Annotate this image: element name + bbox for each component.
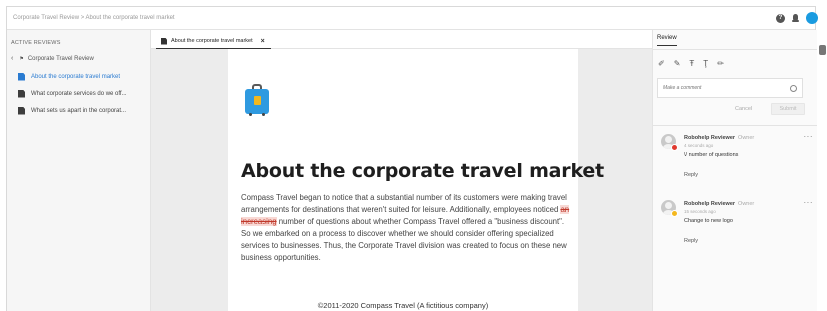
comment-input[interactable] (663, 85, 773, 91)
document-icon (18, 106, 25, 115)
document-icon (18, 72, 25, 81)
sidebar-item-label: About the corporate travel market (31, 73, 121, 80)
comment-text: \/ number of questions (684, 152, 739, 158)
author-role: Owner (738, 201, 755, 207)
active-reviews-panel: ACTIVE REVIEWS ‹ ⚑ Corporate Travel Revi… (7, 30, 151, 311)
comment-author: Robohelp Reviewer Owner (684, 135, 755, 141)
highlight-pen-icon[interactable]: ✎ (674, 60, 681, 68)
app-window: Corporate Travel Review > About the corp… (6, 6, 826, 311)
sidebar-item-topic-2[interactable]: What corporate services do we off... (7, 85, 150, 102)
strikethrough-pen-icon[interactable]: ✏ (717, 60, 724, 68)
sidebar-item-topic-1[interactable]: About the corporate travel market (7, 68, 150, 85)
document-icon (18, 89, 25, 98)
editor-tab-bar: About the corporate travel market × (151, 30, 652, 49)
comment-text: Change to new logo (684, 218, 733, 224)
document-icon (161, 37, 167, 45)
emoji-icon[interactable] (790, 84, 797, 92)
sidebar-item-label: What corporate services do we off... (31, 90, 127, 97)
divider (653, 49, 817, 50)
divider (653, 125, 817, 126)
review-panel: Review ✐ ✎ Ŧ Ţ ✏ Cancel Submit Robohelp … (652, 30, 817, 311)
page-footer: ©2011-2020 Compass Travel (A fictitious … (317, 301, 489, 310)
active-reviews-heading: ACTIVE REVIEWS (11, 40, 61, 46)
editor-canvas: About the corporate travel market Compas… (151, 49, 652, 311)
user-avatar[interactable] (806, 12, 818, 24)
document-page: About the corporate travel market Compas… (228, 49, 604, 311)
comment-author: Robohelp Reviewer Owner (684, 201, 755, 207)
top-bar: Corporate Travel Review > About the corp… (7, 7, 826, 55)
tab-review[interactable]: Review (657, 35, 677, 46)
author-role: Owner (738, 135, 755, 141)
sidebar-item-label: What sets us apart in the corporat... (31, 107, 127, 114)
page-title: About the corporate travel market (241, 160, 604, 182)
annotation-toolbar: ✐ ✎ Ŧ Ţ ✏ (658, 60, 724, 68)
sidebar-item-topic-3[interactable]: What sets us apart in the corporat... (7, 102, 150, 119)
deletion-badge-icon (671, 144, 678, 151)
reply-link[interactable]: Reply (684, 238, 698, 244)
close-icon[interactable]: × (261, 38, 265, 45)
review-name: Corporate Travel Review (27, 55, 94, 62)
back-to-review[interactable]: ‹ ⚑ Corporate Travel Review (7, 46, 150, 62)
more-options-icon[interactable]: ··· (804, 199, 814, 207)
submit-button[interactable]: Submit (771, 103, 805, 115)
comment-badge-icon (671, 210, 678, 217)
tab-topic[interactable]: About the corporate travel market × (156, 34, 271, 49)
replace-text-icon[interactable]: Ţ (703, 60, 708, 68)
more-options-icon[interactable]: ··· (804, 133, 814, 141)
body-paragraph[interactable]: Compass Travel began to notice that a su… (241, 192, 573, 264)
comment-timestamp: 15 seconds ago (684, 209, 716, 214)
review-icon: ⚑ (19, 55, 24, 62)
reply-link[interactable]: Reply (684, 172, 698, 178)
pin-icon[interactable]: ✐ (658, 60, 665, 68)
help-icon[interactable]: ? (776, 13, 785, 23)
chevron-left-icon[interactable]: ‹ (11, 55, 13, 62)
comment-timestamp: 4 seconds ago (684, 143, 714, 148)
panel-handle-icon[interactable] (819, 45, 826, 55)
paragraph-text: Compass Travel began to notice that a su… (241, 193, 567, 214)
notification-bell-icon[interactable] (792, 14, 799, 22)
top-icons: ? (776, 12, 818, 24)
insert-text-icon[interactable]: Ŧ (689, 60, 694, 68)
cancel-button[interactable]: Cancel (735, 106, 752, 112)
breadcrumb[interactable]: Corporate Travel Review > About the corp… (13, 15, 175, 21)
paragraph-text: number of questions about whether Compas… (241, 217, 567, 262)
tab-label: About the corporate travel market (171, 38, 253, 44)
comment-field[interactable] (657, 78, 803, 98)
suitcase-icon[interactable] (245, 84, 269, 116)
